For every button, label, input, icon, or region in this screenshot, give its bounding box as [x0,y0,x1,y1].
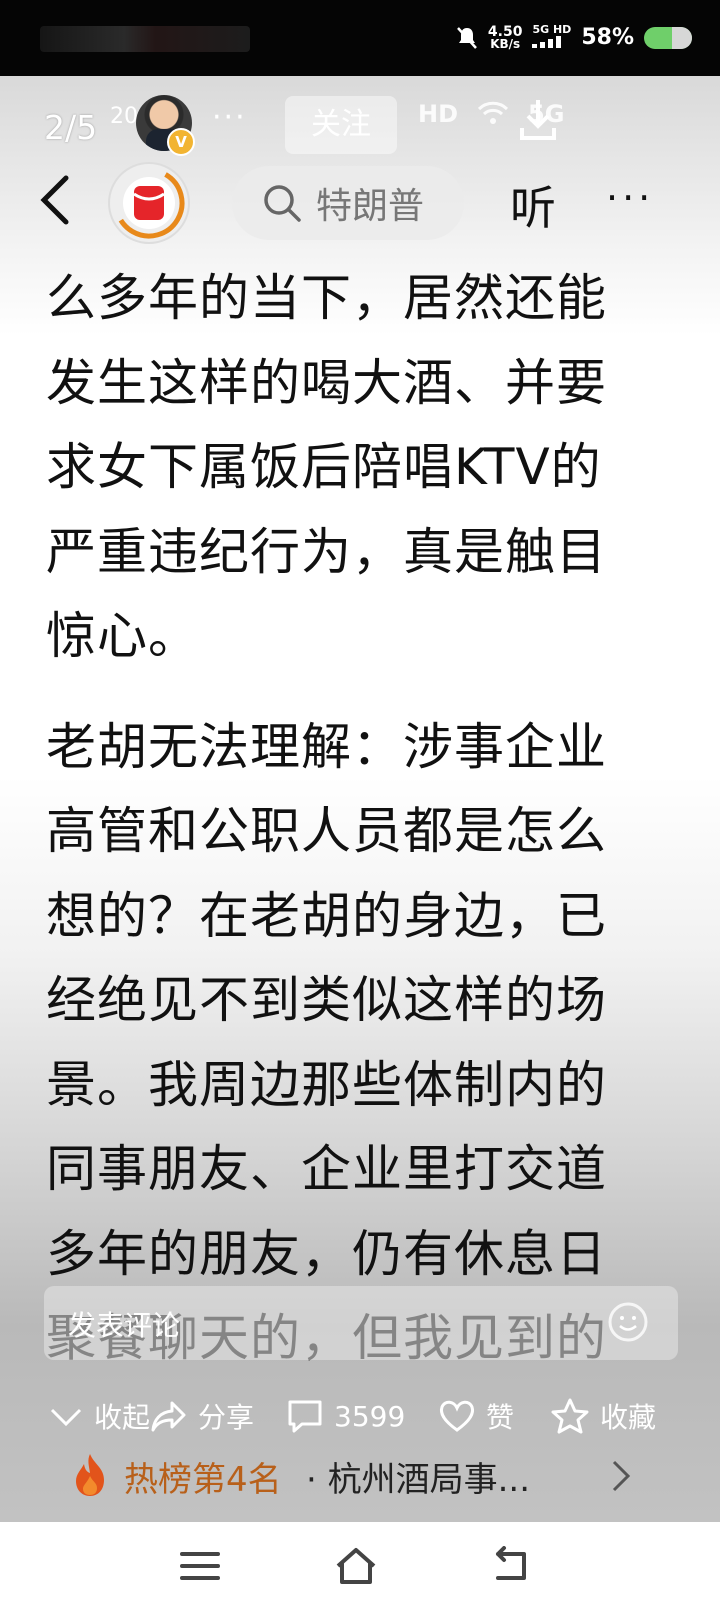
favorite-label: 收藏 [600,1401,657,1434]
search-icon [264,185,301,222]
chevron-down-icon [50,1408,82,1427]
battery-icon [644,26,692,49]
comment-placeholder: 发表评论 [68,1309,181,1342]
wifi-icon [477,101,509,124]
collapse-button[interactable]: 收起 [48,1388,150,1444]
battery-percent: 58% [581,25,634,50]
article-paragraph: 么多年的当下，居然还能发生这样的喝大酒、并要求女下属饭后陪唱KTV的严重违纪行为… [46,269,607,665]
hd-icon: HD [418,100,459,128]
follow-button[interactable]: 关注 [285,96,397,154]
star-icon [551,1398,589,1434]
emoji-icon[interactable] [606,1300,650,1344]
search-query: 特朗普 [316,186,425,227]
more-options-button[interactable]: ··· [606,176,654,220]
comment-input[interactable]: 发表评论 [44,1286,678,1360]
status-icons: 4.50 KB/s 5G HD 58% [456,24,692,51]
article-body: 么多年的当下，居然还能发生这样的喝大酒、并要求女下属饭后陪唱KTV的严重违纪行为… [46,256,646,1407]
back-arrow-icon[interactable] [32,172,76,228]
listen-button[interactable]: 听 [510,172,556,238]
share-button[interactable]: 分享 [150,1388,254,1444]
flame-icon [76,1454,104,1496]
like-label: 赞 [486,1401,515,1434]
speed-unit: KB/s [490,36,521,51]
search-bar[interactable]: 特朗普 [232,166,464,240]
comment-icon [288,1400,322,1433]
download-icon[interactable] [518,96,558,144]
system-navigation-bar [0,1522,720,1608]
notification-icons-blurred [40,26,250,52]
favorite-button[interactable]: 收藏 [550,1388,656,1444]
app-logo[interactable] [110,164,188,242]
speed-value: 4.50 [487,23,523,40]
collapse-label: 收起 [94,1401,151,1434]
share-label: 分享 [198,1401,255,1434]
mini-more-button[interactable]: ··· [212,100,247,135]
mute-bell-icon [456,26,477,49]
status-bar: 4.50 KB/s 5G HD 58% [0,0,720,76]
comments-button[interactable]: 3599 [286,1388,405,1444]
menu-icon[interactable] [178,1546,222,1586]
share-icon [151,1401,186,1432]
chevron-right-icon[interactable] [610,1458,634,1494]
page-counter-suffix: 20 [110,104,138,129]
comments-count: 3599 [334,1399,406,1433]
network-speed: 4.50 KB/s [487,23,523,51]
hot-topic-title[interactable]: · 杭州酒局事... [306,1452,530,1501]
home-icon[interactable] [334,1546,378,1586]
heart-icon [439,1400,475,1432]
like-button[interactable]: 赞 [438,1388,514,1444]
action-bar: 收起 分享 3599 赞 收藏 [0,1388,720,1444]
signal-indicator: 5G HD [532,24,571,51]
article-paragraph: 老胡无法理解：涉事企业高管和公职人员都是怎么想的？在老胡的身边，已经绝见不到类似… [46,717,607,1368]
back-nav-icon[interactable] [490,1546,534,1586]
hot-rank-label[interactable]: 热榜第4名 [124,1452,282,1501]
image-page-counter: 2/5 [44,108,98,147]
verified-badge: V [167,128,195,156]
signal-bars-icon [532,36,562,48]
app-logo-icon [113,167,185,239]
network-type: 5G HD [532,23,572,36]
